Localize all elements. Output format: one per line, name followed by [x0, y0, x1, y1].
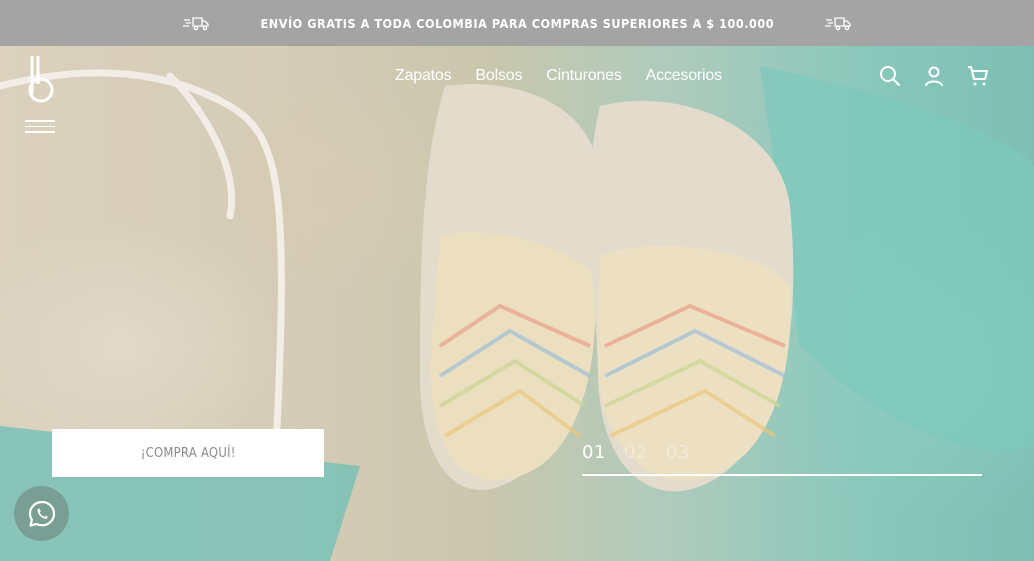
menu-icon[interactable]	[25, 120, 55, 134]
nav-item-bolsos[interactable]: Bolsos	[475, 67, 522, 85]
slide-indicator-3[interactable]: 03	[666, 442, 690, 463]
shop-now-button[interactable]: ¡COMPRA AQUÍ!	[52, 429, 324, 477]
whatsapp-icon	[28, 500, 55, 527]
hero-overlay	[0, 46, 1034, 561]
announcement-bar: ENVÍO GRATIS A TODA COLOMBIA PARA COMPRA…	[0, 0, 1034, 46]
search-icon[interactable]	[878, 64, 902, 88]
slide-indicator-1[interactable]: 01	[582, 442, 606, 463]
main-nav: Zapatos Bolsos Cinturones Accesorios	[395, 67, 746, 85]
shop-now-label: ¡COMPRA AQUÍ!	[140, 445, 236, 461]
nav-item-zapatos[interactable]: Zapatos	[395, 67, 452, 85]
whatsapp-button[interactable]	[14, 486, 69, 541]
delivery-truck-icon	[182, 17, 209, 31]
cart-icon[interactable]	[966, 64, 990, 88]
header-actions	[878, 64, 990, 88]
slide-indicator-2[interactable]: 02	[624, 442, 648, 463]
delivery-truck-icon	[825, 17, 851, 31]
brand-logo[interactable]	[24, 54, 60, 104]
hero-banner: Zapatos Bolsos Cinturones Accesorios ¡CO…	[0, 46, 1034, 561]
nav-item-cinturones[interactable]: Cinturones	[546, 67, 622, 85]
announcement-text: ENVÍO GRATIS A TODA COLOMBIA PARA COMPRA…	[260, 15, 774, 31]
nav-item-accesorios[interactable]: Accesorios	[646, 67, 722, 85]
slider-progress-line	[582, 474, 982, 476]
slider-pagination: 01 02 03	[582, 442, 690, 463]
user-icon[interactable]	[922, 64, 946, 88]
